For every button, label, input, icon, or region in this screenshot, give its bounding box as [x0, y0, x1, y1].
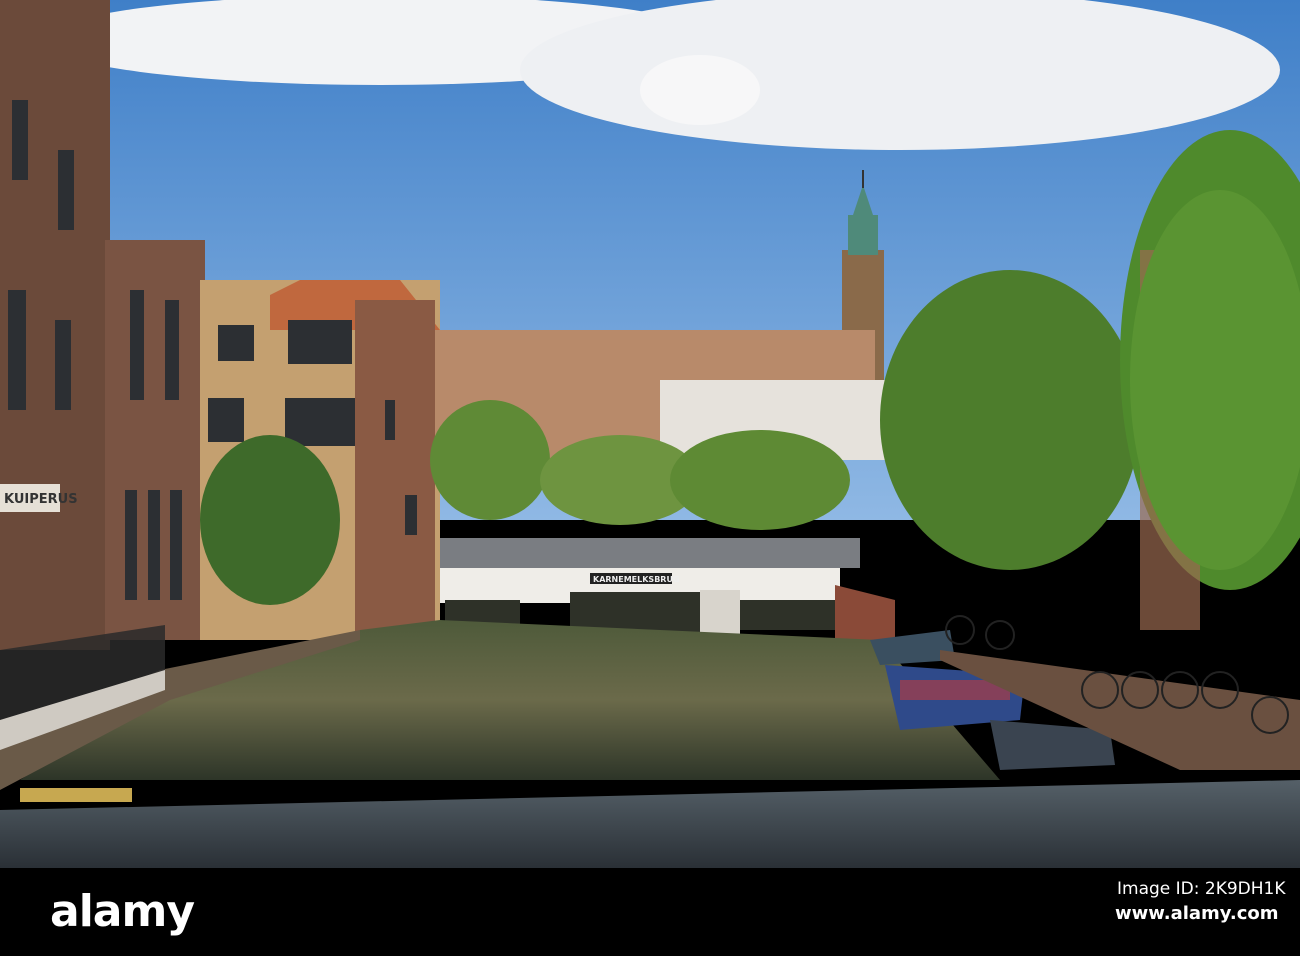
alamy-logo: alamy	[50, 886, 195, 937]
image-id: Image ID: 2K9DH1K	[1117, 879, 1286, 899]
bridge-sign: KARNEMELKSBRUG	[593, 575, 680, 584]
foreground-railing	[0, 780, 1300, 868]
canal-photo: KUIPERUS KARNEMELKSBRUG	[0, 0, 1300, 868]
website-link: www.alamy.com	[1115, 903, 1279, 924]
shop-sign: KUIPERUS	[4, 492, 78, 507]
watermark-bar: alamy Image ID: 2K9DH1K www.alamy.com	[0, 868, 1300, 956]
